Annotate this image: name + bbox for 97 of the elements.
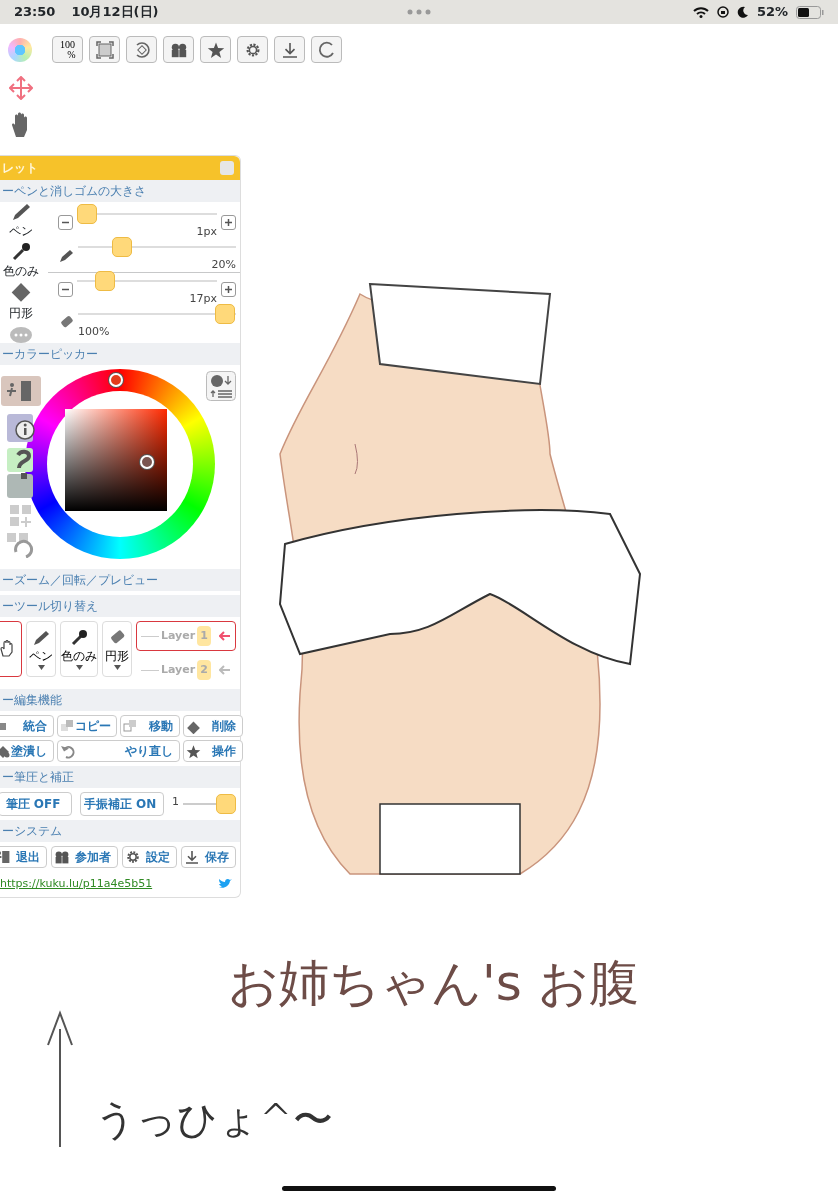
grid-undo-tool[interactable]	[6, 532, 36, 558]
slider-value: 100%	[78, 324, 110, 341]
download-icon	[184, 849, 200, 865]
eyedropper-icon	[11, 242, 31, 262]
help-tool[interactable]	[7, 448, 35, 498]
section-header: ー筆圧と補正	[0, 766, 240, 788]
undo-arrow-icon	[60, 743, 75, 759]
canvas-handwriting: うっひょ^〜	[95, 1095, 333, 1144]
arrow-icon	[219, 631, 231, 641]
settings-button[interactable]	[237, 36, 268, 63]
star-button[interactable]: 操作	[183, 740, 243, 762]
fill-button[interactable]: 塗潰し	[0, 740, 54, 762]
dropdown-caret-icon	[75, 664, 83, 670]
move-button[interactable]: 移動	[120, 715, 180, 737]
color-wheel-button[interactable]	[8, 37, 32, 62]
copy-icon	[60, 718, 75, 734]
toggle-button[interactable]: 手振補正 ON	[80, 792, 164, 816]
merge-button[interactable]: 統合	[0, 715, 54, 737]
plus-icon	[224, 285, 233, 294]
move-icon	[123, 718, 138, 734]
people-icon	[54, 849, 70, 865]
battery-percentage: 52%	[756, 3, 788, 22]
chat-tool[interactable]	[9, 326, 33, 346]
toggle-button[interactable]: 筆圧 OFF	[0, 792, 72, 816]
plus-icon	[224, 218, 233, 227]
swap-layout-icon[interactable]	[206, 371, 236, 401]
exit-button[interactable]: 退出	[0, 846, 47, 868]
paint-bucket-icon	[0, 743, 10, 759]
status-time: 23:50	[14, 3, 56, 22]
slider-thumb[interactable]	[94, 271, 115, 292]
canvas-handwriting: お姉ちゃん's お腹	[228, 953, 639, 1014]
zoom-100-button[interactable]: 100 %	[52, 36, 83, 63]
minus-button[interactable]	[58, 282, 73, 297]
wifi-icon	[692, 6, 709, 18]
download-icon	[280, 40, 299, 59]
favorites-button[interactable]	[200, 36, 231, 63]
slider-thumb[interactable]	[77, 204, 97, 225]
section-header: ーカラーピッカー	[0, 343, 240, 365]
tool-button[interactable]: 円形	[102, 621, 132, 677]
slider-thumb[interactable]	[216, 794, 236, 814]
slider-thumb[interactable]	[215, 304, 235, 325]
hand-icon	[0, 640, 16, 658]
gear-button[interactable]: 設定	[122, 846, 177, 868]
download-button[interactable]: 保存	[181, 846, 236, 868]
participants-button[interactable]	[163, 36, 194, 63]
shape-tool[interactable]: 円形	[9, 282, 33, 322]
tool-button[interactable]: 色のみ	[60, 621, 98, 677]
rotate-button[interactable]	[126, 36, 157, 63]
saturation-square[interactable]	[65, 409, 167, 511]
dropdown-caret-icon	[37, 664, 45, 670]
frame-icon	[95, 40, 114, 59]
battery-icon	[796, 5, 824, 19]
slider-value: 1px	[196, 224, 217, 241]
slider-value: 20%	[211, 257, 236, 274]
move-tool[interactable]	[9, 76, 33, 100]
reload-button[interactable]	[311, 36, 342, 63]
plus-button[interactable]	[221, 282, 236, 297]
room-link[interactable]: https://kuku.lu/p11a4e5b51	[0, 876, 153, 893]
fit-screen-button[interactable]	[89, 36, 120, 63]
rotation-lock-icon	[716, 6, 729, 18]
pencil-icon	[58, 247, 74, 264]
palette-title: レット	[2, 160, 38, 177]
moon-icon	[736, 6, 749, 18]
gear-icon	[125, 849, 141, 865]
redo-button[interactable]: やり直し	[57, 740, 180, 762]
plus-button[interactable]	[221, 215, 236, 230]
section-header: ーペンと消しゴムの大きさ	[0, 180, 240, 202]
status-date: 10月12日(日)	[71, 3, 159, 22]
tool-button[interactable]	[0, 621, 22, 677]
copy-button[interactable]: コピー	[57, 715, 117, 737]
pencil-icon	[32, 628, 50, 647]
pen-tool[interactable]: ペン	[9, 202, 33, 240]
color-only-tool[interactable]: 色のみ	[3, 242, 39, 280]
section-header: ーシステム	[0, 820, 240, 842]
delete-button[interactable]: 削除	[183, 715, 243, 737]
slider-value: 1	[172, 794, 179, 810]
star-icon	[186, 743, 201, 759]
minus-button[interactable]	[58, 215, 73, 230]
tool-button[interactable]: ペン	[26, 621, 56, 677]
section-header: ー編集機能	[0, 689, 240, 711]
section-header: ーツール切り替え	[0, 595, 240, 617]
section-header: ーズーム／回転／プレビュー	[0, 569, 240, 591]
dropdown-caret-icon	[113, 664, 121, 670]
people-button[interactable]: 参加者	[51, 846, 118, 868]
slider-track[interactable]	[183, 794, 236, 814]
more-dots-icon[interactable]	[407, 9, 431, 15]
eyedropper-icon	[70, 628, 88, 647]
arrow-icon	[219, 665, 231, 675]
bird-icon[interactable]	[218, 878, 232, 891]
hue-marker[interactable]	[109, 373, 123, 387]
save-button[interactable]	[274, 36, 305, 63]
reload-icon	[317, 40, 336, 59]
slider-thumb[interactable]	[112, 237, 133, 258]
color-marker[interactable]	[140, 455, 154, 469]
slider-value: 17px	[189, 291, 217, 308]
info-tool[interactable]	[7, 414, 35, 442]
exit-tool[interactable]	[1, 376, 41, 406]
